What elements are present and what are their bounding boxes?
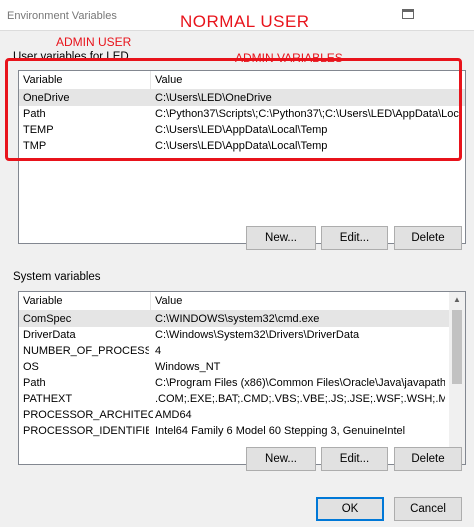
dialog-body: ADMIN USER User variables for LED ADMIN … [0,30,474,527]
row-value: C:\Users\LED\AppData\Local\Temp [155,124,328,136]
annotation-normal-user: NORMAL USER [180,12,310,31]
row-value: AMD64 [155,409,192,421]
close-icon[interactable] [402,9,414,19]
user-list-header: Variable Value [19,71,465,90]
row-value: 4 [155,345,162,357]
table-row[interactable]: PROCESSOR_IDENTIFIER Intel64 Family 6 Mo… [19,423,449,439]
row-value: C:\Program Files (x86)\Common Files\Orac… [155,377,445,389]
table-row[interactable]: NUMBER_OF_PROCESSORS 4 [19,343,449,359]
system-edit-button[interactable]: Edit... [321,447,388,471]
row-variable: TEMP [23,124,54,136]
column-header-variable[interactable]: Variable [23,293,63,309]
row-value: C:\Windows\System32\Drivers\DriverData [155,329,360,341]
user-variables-label: User variables for LED [12,51,130,63]
annotation-admin-variables: ADMIN VARIABLES [232,51,346,65]
row-variable: NUMBER_OF_PROCESSORS [23,345,149,357]
title-bar: Environment Variables NORMAL USER [0,0,474,31]
user-variables-list[interactable]: Variable Value OneDrive C:\Users\LED\One… [18,70,466,244]
row-variable: DriverData [23,329,76,341]
row-value: .COM;.EXE;.BAT;.CMD;.VBS;.VBE;.JS;.JSE;.… [155,393,445,405]
row-variable: PROCESSOR_IDENTIFIER [23,425,149,437]
system-variables-list[interactable]: Variable Value ComSpec C:\WINDOWS\system… [18,291,466,465]
table-row[interactable]: TEMP C:\Users\LED\AppData\Local\Temp [19,122,465,138]
system-list-scrollbar[interactable]: ▲ ▼ [449,292,465,464]
row-variable: PATHEXT [23,393,73,405]
system-variables-label: System variables [12,271,102,283]
table-row[interactable]: OS Windows_NT [19,359,449,375]
row-value: C:\Python37\Scripts\;C:\Python37\;C:\Use… [155,108,461,120]
annotation-admin-user: ADMIN USER [56,35,132,49]
ok-button[interactable]: OK [316,497,384,521]
system-list-header: Variable Value [19,292,465,311]
column-header-value[interactable]: Value [155,72,182,88]
cancel-button[interactable]: Cancel [394,497,462,521]
user-edit-button[interactable]: Edit... [321,226,388,250]
row-variable: OS [23,361,39,373]
column-separator [150,292,151,310]
row-value: C:\Users\LED\AppData\Local\Temp [155,140,328,152]
table-row[interactable]: Path C:\Program Files (x86)\Common Files… [19,375,449,391]
window-title: Environment Variables [7,10,117,22]
row-value: C:\WINDOWS\system32\cmd.exe [155,313,320,325]
table-row[interactable]: PATHEXT .COM;.EXE;.BAT;.CMD;.VBS;.VBE;.J… [19,391,449,407]
table-row[interactable]: TMP C:\Users\LED\AppData\Local\Temp [19,138,465,154]
table-row[interactable]: Path C:\Python37\Scripts\;C:\Python37\;C… [19,106,465,122]
user-new-button[interactable]: New... [246,226,316,250]
table-row[interactable]: ComSpec C:\WINDOWS\system32\cmd.exe [19,311,449,327]
scroll-up-arrow-icon[interactable]: ▲ [449,292,465,308]
row-value: Windows_NT [155,361,221,373]
row-variable: ComSpec [23,313,72,325]
row-variable: OneDrive [23,92,70,104]
table-row[interactable]: DriverData C:\Windows\System32\Drivers\D… [19,327,449,343]
system-new-button[interactable]: New... [246,447,316,471]
column-separator [150,71,151,89]
column-header-variable[interactable]: Variable [23,72,63,88]
row-variable: Path [23,108,46,120]
table-row[interactable]: OneDrive C:\Users\LED\OneDrive [19,90,465,106]
row-value: Intel64 Family 6 Model 60 Stepping 3, Ge… [155,425,406,437]
system-delete-button[interactable]: Delete [394,447,462,471]
table-row[interactable]: PROCESSOR_ARCHITECTURE AMD64 [19,407,449,423]
row-value: C:\Users\LED\OneDrive [155,92,272,104]
row-variable: Path [23,377,46,389]
column-header-value[interactable]: Value [155,293,182,309]
row-variable: TMP [23,140,47,152]
row-variable: PROCESSOR_ARCHITECTURE [23,409,153,421]
user-delete-button[interactable]: Delete [394,226,462,250]
scroll-thumb[interactable] [452,310,462,384]
